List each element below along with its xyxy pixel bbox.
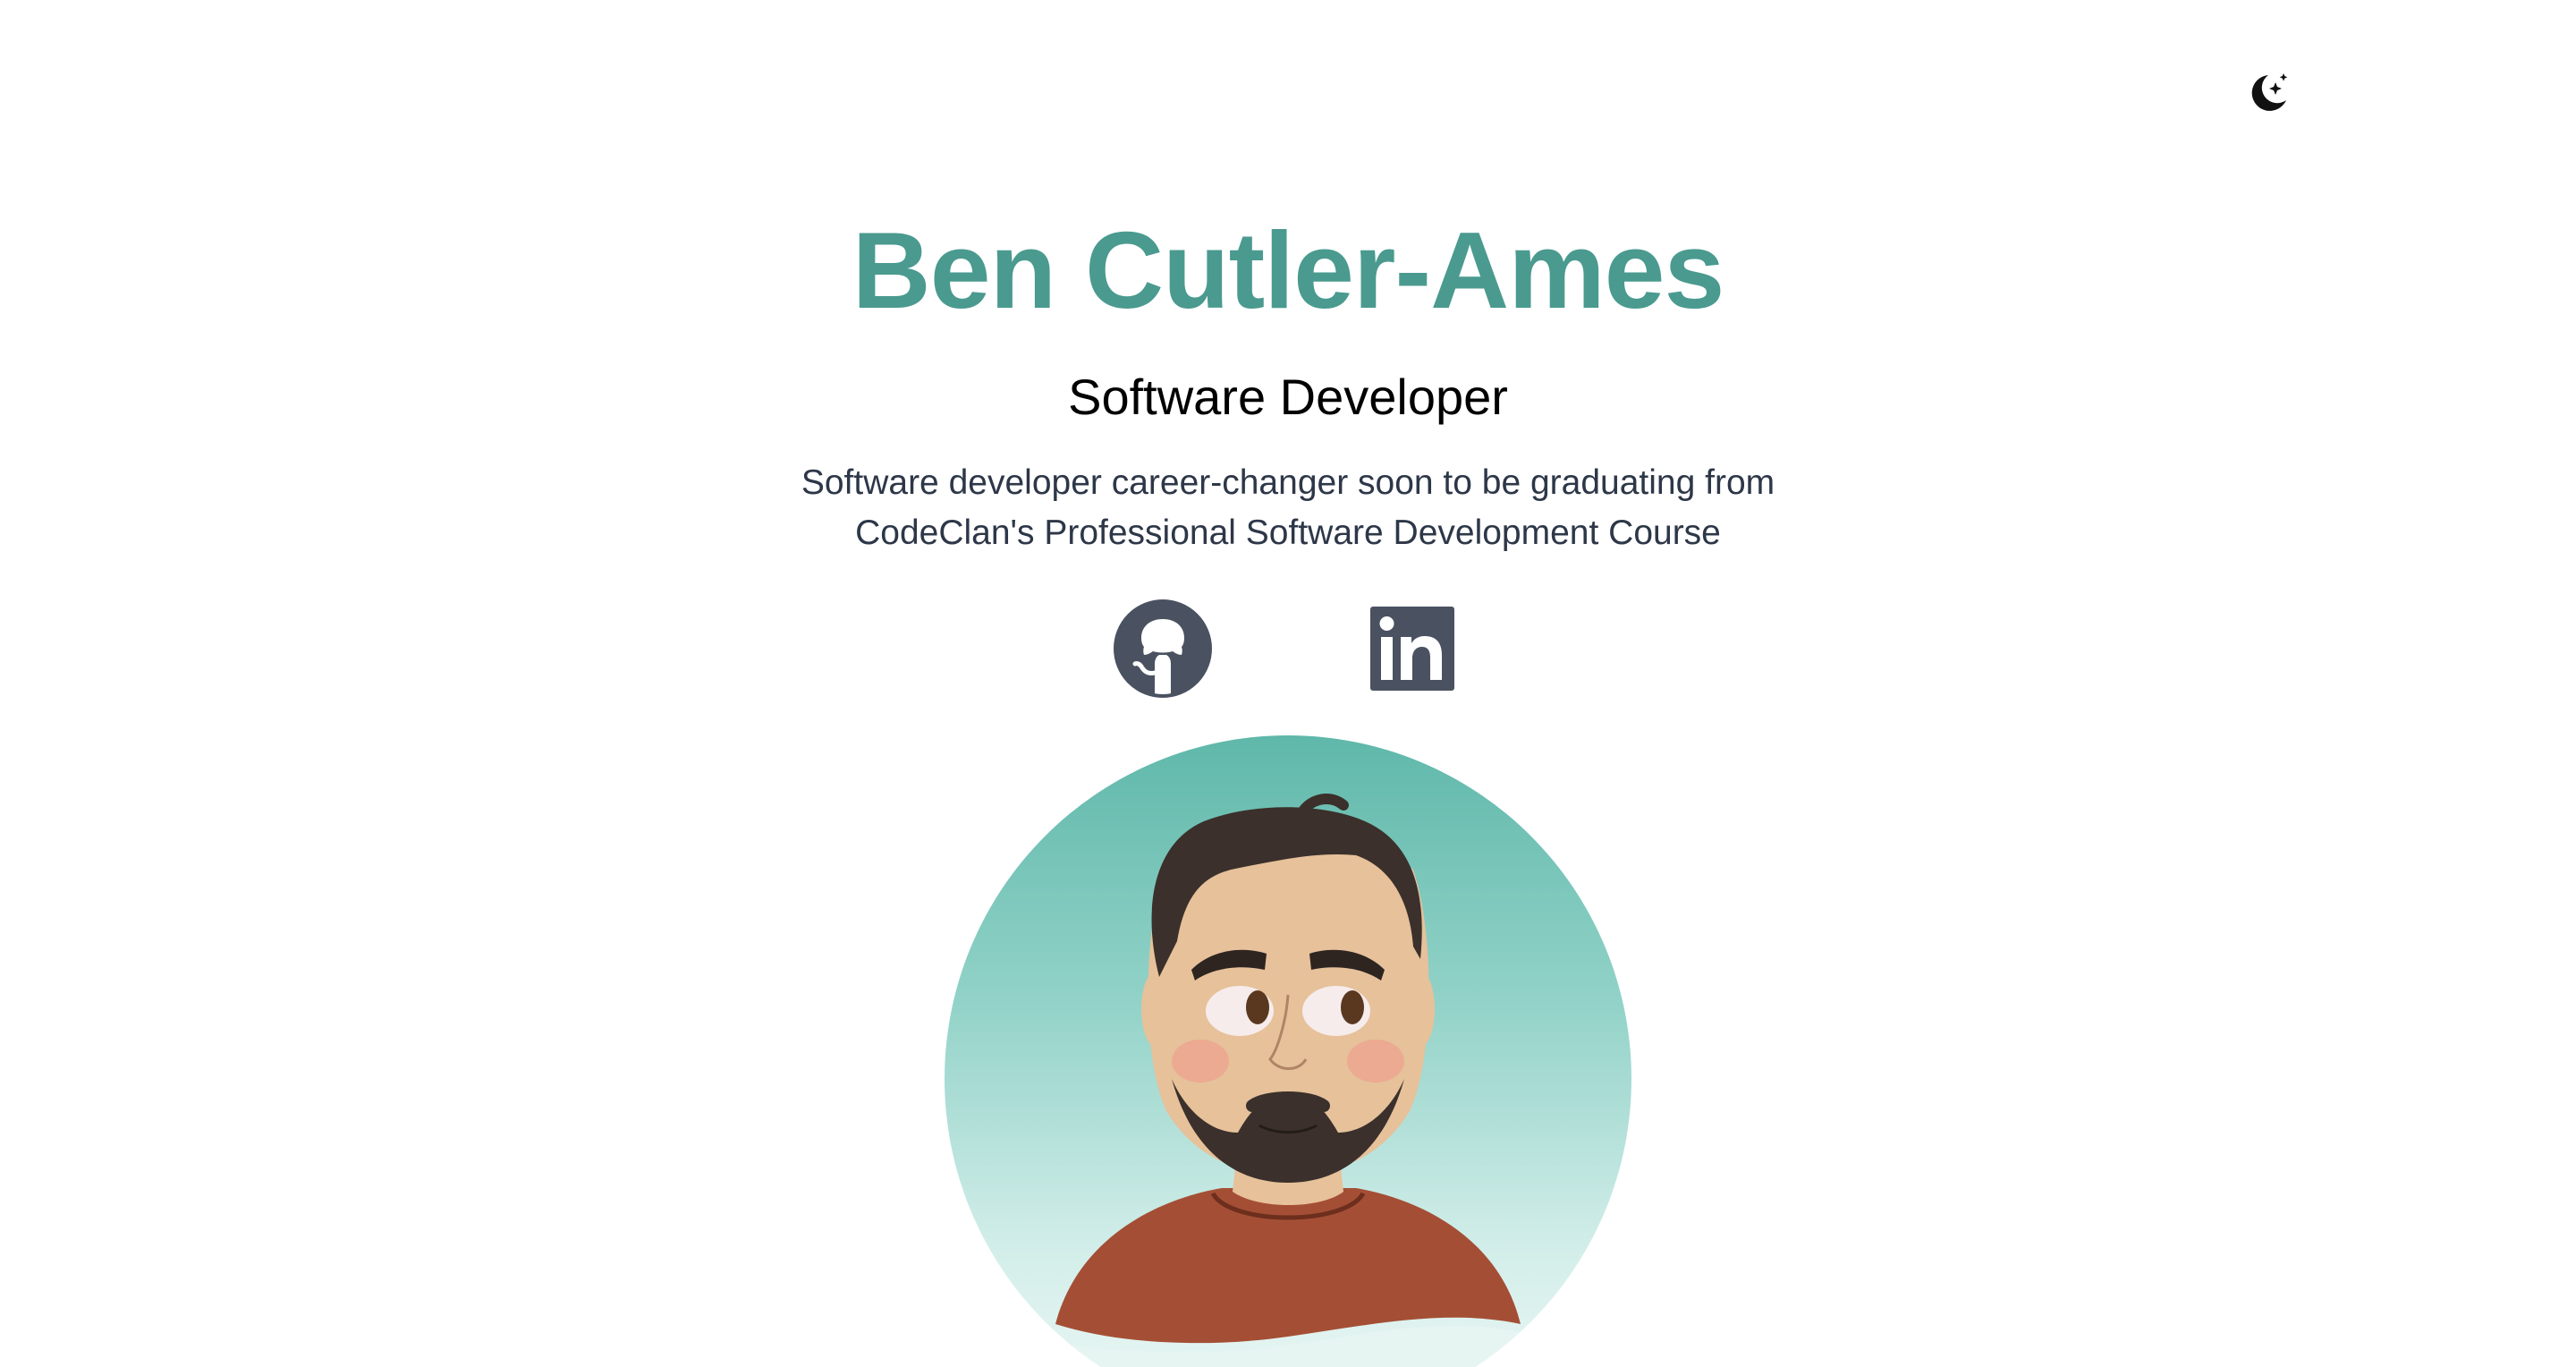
page: Ben Cutler-Ames Software Developer Softw… [0,0,2576,1367]
bio-text: Software developer career-changer soon t… [751,458,1825,558]
moon-stars-icon[interactable] [2241,68,2292,118]
avatar-illustration [1049,794,1527,1367]
job-title: Software Developer [1068,369,1508,425]
linkedin-icon[interactable] [1363,599,1462,698]
bio-line-2: CodeClan's Professional Software Develop… [855,514,1721,552]
github-icon[interactable] [1114,599,1212,698]
page-title: Ben Cutler-Ames [852,209,1725,331]
avatar [945,735,1631,1367]
bio-line-1: Software developer career-changer soon t… [801,463,1775,502]
